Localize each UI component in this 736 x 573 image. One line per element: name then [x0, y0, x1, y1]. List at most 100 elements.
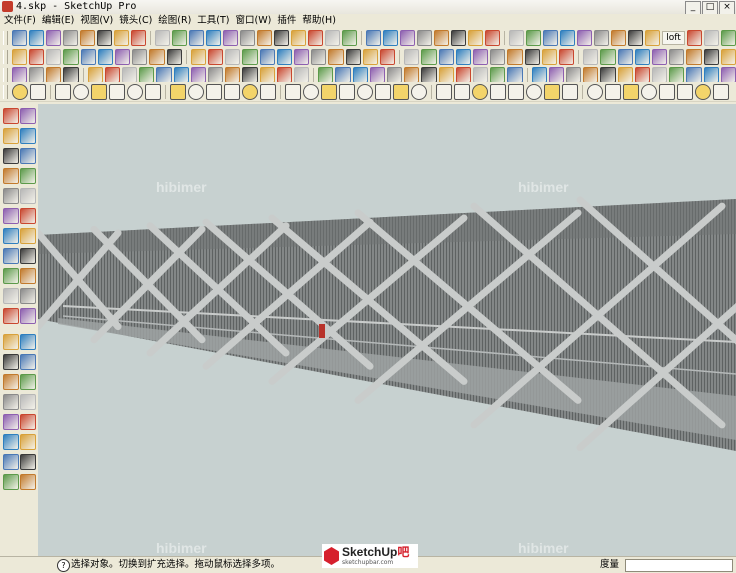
toolbar-tool-icon[interactable] [190, 48, 206, 65]
draw-tool-icon[interactable] [339, 83, 355, 100]
maximize-button[interactable]: □ [702, 1, 718, 15]
draw-tool-icon[interactable] [393, 83, 409, 100]
minimize-button[interactable]: _ [685, 1, 701, 15]
toolbar-tool-icon[interactable] [318, 66, 334, 83]
toolbar-tool-icon[interactable] [583, 48, 599, 65]
toolbar-tool-icon[interactable] [490, 48, 506, 65]
toolbar-tool-icon[interactable] [669, 66, 685, 83]
toolbar-tool-icon[interactable] [686, 66, 702, 83]
draw-tool-icon[interactable] [145, 83, 161, 100]
sidebar-tool-icon[interactable] [3, 128, 19, 144]
toolbar-tool-icon[interactable] [507, 66, 523, 83]
toolbar-tool-icon[interactable] [703, 48, 719, 65]
menu-edit[interactable]: 编辑(E) [42, 14, 74, 28]
toolbar-tool-icon[interactable] [524, 48, 540, 65]
toolbar-tool-icon[interactable] [342, 29, 358, 46]
sidebar-tool-icon[interactable] [3, 394, 19, 410]
toolbar-tool-icon[interactable] [273, 29, 289, 46]
menu-file[interactable]: 文件(F) [4, 14, 36, 28]
sidebar-tool-icon[interactable] [20, 268, 36, 284]
sidebar-tool-icon[interactable] [20, 248, 36, 264]
toolbar-tool-icon[interactable] [11, 48, 28, 65]
toolbar-tool-icon[interactable] [548, 66, 564, 83]
close-button[interactable]: × [719, 1, 735, 15]
sidebar-tool-icon[interactable] [20, 354, 36, 370]
toolbar-tool-icon[interactable] [400, 29, 416, 46]
draw-tool-icon[interactable] [436, 83, 452, 100]
toolbar-tool-icon[interactable] [45, 29, 61, 46]
toolbar-tool-icon[interactable] [720, 29, 736, 46]
sidebar-tool-icon[interactable] [20, 168, 36, 184]
menu-draw[interactable]: 绘图(R) [158, 14, 191, 28]
toolbar-tool-icon[interactable] [634, 66, 650, 83]
toolbar-tool-icon[interactable] [617, 66, 633, 83]
toolbar-tool-icon[interactable] [365, 29, 381, 46]
toolbar-tool-icon[interactable] [311, 48, 327, 65]
menu-window[interactable]: 窗口(W) [236, 14, 272, 28]
sidebar-tool-icon[interactable] [20, 394, 36, 410]
toolbar-tool-icon[interactable] [132, 48, 148, 65]
sidebar-tool-icon[interactable] [20, 474, 36, 490]
toolbar-tool-icon[interactable] [686, 48, 702, 65]
sidebar-tool-icon[interactable] [3, 228, 19, 244]
loft-button[interactable]: loft [662, 30, 685, 45]
sidebar-tool-icon[interactable] [20, 188, 36, 204]
draw-tool-icon[interactable] [490, 83, 506, 100]
toolbar-tool-icon[interactable] [565, 66, 582, 83]
measurements-input[interactable] [625, 559, 733, 572]
toolbar-tool-icon[interactable] [472, 48, 489, 65]
toolbar-tool-icon[interactable] [509, 29, 525, 46]
toolbar-tool-icon[interactable] [256, 29, 272, 46]
toolbar-tool-icon[interactable] [703, 66, 719, 83]
toolbar-tool-icon[interactable] [686, 29, 702, 46]
menu-tools[interactable]: 工具(T) [197, 14, 229, 28]
toolbar-tool-icon[interactable] [242, 66, 258, 83]
toolbar-tool-icon[interactable] [115, 48, 131, 65]
toolbar-tool-icon[interactable] [472, 66, 489, 83]
draw-tool-icon[interactable] [526, 83, 542, 100]
toolbar-tool-icon[interactable] [651, 66, 668, 83]
draw-tool-icon[interactable] [641, 83, 657, 100]
sidebar-tool-icon[interactable] [20, 308, 36, 324]
toolbar-tool-icon[interactable] [46, 48, 62, 65]
toolbar-grip[interactable] [3, 49, 8, 64]
toolbar-tool-icon[interactable] [205, 29, 221, 46]
toolbar-tool-icon[interactable] [380, 48, 396, 65]
menu-camera[interactable]: 镜头(C) [119, 14, 152, 28]
toolbar-tool-icon[interactable] [468, 29, 484, 46]
sketchup-app-icon[interactable] [2, 1, 13, 12]
draw-tool-icon[interactable] [375, 83, 391, 100]
toolbar-tool-icon[interactable] [242, 48, 258, 65]
toolbar-tool-icon[interactable] [171, 29, 187, 46]
toolbar-tool-icon[interactable] [594, 29, 610, 46]
sidebar-tool-icon[interactable] [20, 208, 36, 224]
toolbar-tool-icon[interactable] [541, 48, 557, 65]
toolbar-tool-icon[interactable] [154, 29, 170, 46]
sidebar-tool-icon[interactable] [3, 374, 19, 390]
toolbar-tool-icon[interactable] [421, 66, 437, 83]
toolbar-tool-icon[interactable] [600, 66, 616, 83]
draw-tool-icon[interactable] [12, 83, 28, 100]
sidebar-tool-icon[interactable] [3, 454, 19, 470]
toolbar-tool-icon[interactable] [139, 66, 155, 83]
draw-tool-icon[interactable] [677, 83, 693, 100]
sidebar-tool-icon[interactable] [3, 414, 19, 430]
draw-tool-icon[interactable] [242, 83, 258, 100]
sidebar-tool-icon[interactable] [3, 168, 19, 184]
toolbar-tool-icon[interactable] [87, 66, 103, 83]
toolbar-tool-icon[interactable] [531, 66, 547, 83]
draw-tool-icon[interactable] [472, 83, 488, 100]
toolbar-tool-icon[interactable] [276, 48, 293, 65]
sidebar-tool-icon[interactable] [3, 288, 19, 304]
draw-tool-icon[interactable] [285, 83, 301, 100]
draw-tool-icon[interactable] [357, 83, 373, 100]
toolbar-tool-icon[interactable] [225, 66, 241, 83]
draw-tool-icon[interactable] [454, 83, 470, 100]
toolbar-grip[interactable] [3, 84, 8, 99]
toolbar-tool-icon[interactable] [239, 29, 255, 46]
draw-tool-icon[interactable] [260, 83, 276, 100]
toolbar-tool-icon[interactable] [455, 66, 471, 83]
toolbar-tool-icon[interactable] [276, 66, 293, 83]
toolbar-tool-icon[interactable] [645, 29, 661, 46]
sidebar-tool-icon[interactable] [3, 434, 19, 450]
